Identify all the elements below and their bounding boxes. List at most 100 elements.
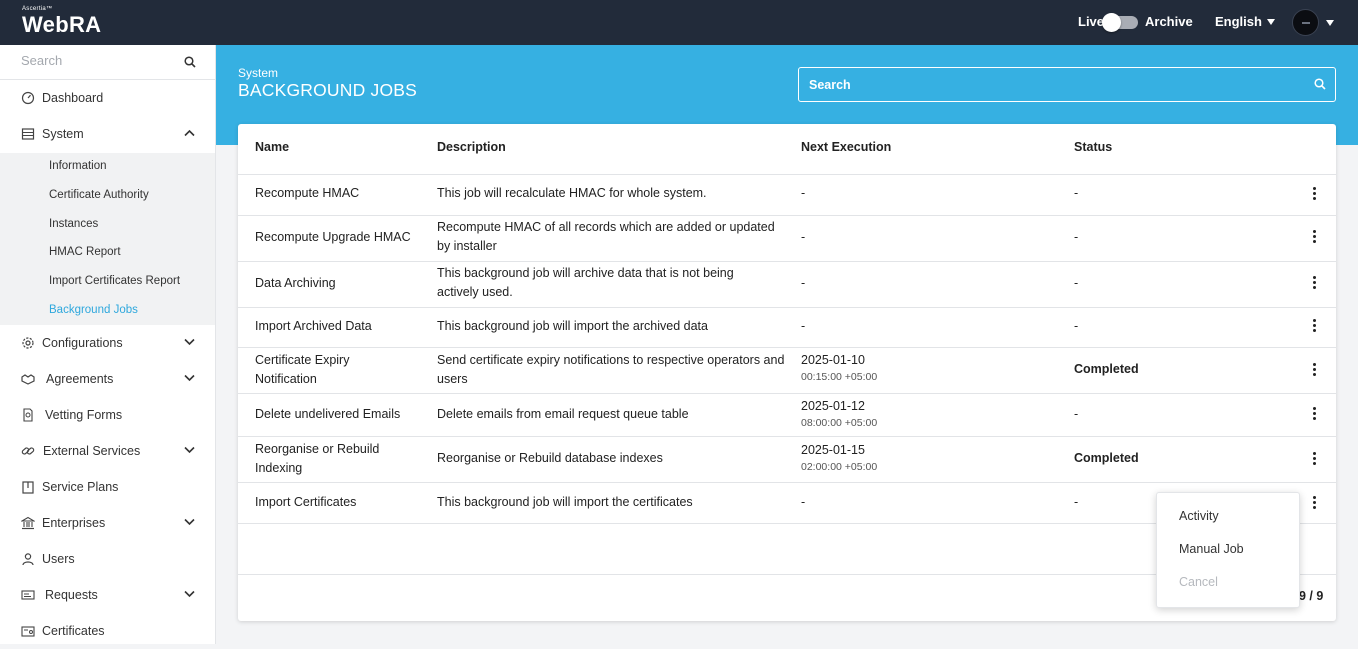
job-description: Send certificate expiry notifications to… [437, 353, 785, 386]
brand-logo[interactable]: Ascertia™ WebRA [22, 6, 101, 37]
next-execution-date: - [801, 276, 806, 290]
job-status: - [1074, 186, 1079, 200]
next-execution: 2025-01-15 02:00:00 +05:00 [801, 441, 877, 474]
caret-down-icon [1326, 19, 1334, 26]
sidebar-item-enterprises[interactable]: Enterprises [0, 505, 215, 541]
archive-label: Archive [1145, 14, 1193, 29]
jobs-search [798, 67, 1336, 102]
handshake-icon [21, 374, 35, 385]
job-description: Reorganise or Rebuild database indexes [437, 451, 663, 465]
next-execution-date: - [801, 230, 806, 244]
divider [238, 215, 1336, 216]
search-icon[interactable] [184, 56, 196, 68]
job-status: - [1074, 319, 1079, 333]
job-status: Completed [1074, 451, 1139, 465]
sidebar-item-service-plans[interactable]: Service Plans [0, 469, 215, 505]
job-description: Recompute HMAC of all records which are … [437, 220, 775, 253]
job-status: - [1074, 276, 1079, 290]
divider [238, 347, 1336, 348]
menu-item-cancel: Cancel [1179, 575, 1218, 589]
sidebar-item-label: System [42, 127, 84, 141]
sidebar-subitem-hmac-report[interactable]: HMAC Report [49, 246, 121, 258]
sidebar-item-external-services[interactable]: External Services [0, 433, 215, 469]
user-menu[interactable] [1292, 9, 1334, 36]
job-name: Delete undelivered Emails [255, 407, 401, 421]
column-header-next-execution[interactable]: Next Execution [801, 140, 891, 154]
job-name: Reorganise or Rebuild Indexing [255, 442, 380, 475]
job-name: Recompute HMAC [255, 186, 360, 200]
sidebar-subitem-certificate-authority[interactable]: Certificate Authority [49, 189, 149, 201]
menu-item-manual-job[interactable]: Manual Job [1179, 542, 1244, 556]
jobs-search-input[interactable] [809, 78, 1289, 92]
job-name: Import Certificates [255, 495, 357, 509]
caret-down-icon [1266, 19, 1275, 25]
row-actions-icon[interactable] [1311, 407, 1317, 421]
sidebar-item-vetting-forms[interactable]: Vetting Forms [0, 397, 215, 433]
sidebar-search [0, 45, 216, 80]
sidebar-item-label: Agreements [46, 372, 114, 386]
toggle-knob [1102, 13, 1121, 32]
sidebar-item-label: Service Plans [42, 480, 119, 494]
sidebar-subitem-information[interactable]: Information [49, 160, 107, 172]
sidebar-subitem-instances[interactable]: Instances [49, 218, 98, 230]
menu-item-activity[interactable]: Activity [1179, 509, 1219, 523]
link-icon [21, 447, 35, 455]
job-status: - [1074, 407, 1079, 421]
sidebar-item-agreements[interactable]: Agreements [0, 361, 215, 397]
sidebar-item-system[interactable]: System [0, 116, 215, 152]
language-selector[interactable]: English [1215, 14, 1275, 29]
chevron-down-icon [184, 446, 195, 454]
sidebar-item-dashboard[interactable]: Dashboard [0, 80, 215, 116]
sidebar-item-label: Certificates [42, 624, 105, 638]
dashboard-icon [21, 91, 35, 105]
avatar [1292, 9, 1319, 36]
language-label: English [1215, 14, 1262, 29]
job-name: Recompute Upgrade HMAC [255, 230, 411, 244]
row-actions-icon[interactable] [1311, 230, 1317, 244]
sidebar-item-label: Users [42, 552, 75, 566]
job-name: Data Archiving [255, 276, 336, 290]
row-actions-icon[interactable] [1311, 187, 1317, 201]
next-execution-time: 08:00:00 +05:00 [801, 417, 878, 429]
next-execution-date: 2025-01-10 [801, 353, 865, 367]
job-status: - [1074, 230, 1079, 244]
sidebar-subitem-import-certificates-report[interactable]: Import Certificates Report [49, 275, 180, 287]
chevron-up-icon [184, 129, 195, 137]
job-description: Delete emails from email request queue t… [437, 407, 689, 421]
sidebar-item-label: Vetting Forms [45, 408, 123, 422]
column-header-name[interactable]: Name [255, 140, 289, 154]
next-execution-date: - [801, 186, 806, 200]
live-label: Live [1078, 14, 1105, 29]
bank-icon [21, 516, 35, 530]
sidebar-search-input[interactable] [21, 53, 171, 68]
chevron-down-icon [184, 338, 195, 346]
search-icon[interactable] [1314, 78, 1326, 90]
divider [238, 261, 1336, 262]
chevron-down-icon [184, 374, 195, 382]
next-execution: 2025-01-12 08:00:00 +05:00 [801, 397, 877, 430]
job-description: This background job will import the arch… [437, 319, 708, 333]
user-icon [22, 553, 34, 566]
brand-name: WebRA [22, 12, 102, 37]
next-execution: 2025-01-10 00:15:00 +05:00 [801, 351, 877, 384]
column-header-description[interactable]: Description [437, 140, 506, 154]
row-actions-icon[interactable] [1311, 496, 1317, 510]
sidebar-item-requests[interactable]: Requests [0, 577, 215, 613]
live-archive-toggle[interactable] [1102, 13, 1138, 32]
next-execution-date: - [801, 319, 806, 333]
sidebar-item-users[interactable]: Users [0, 541, 215, 577]
sidebar-item-label: External Services [43, 444, 141, 458]
row-actions-icon[interactable] [1311, 452, 1317, 466]
chevron-down-icon [184, 590, 195, 598]
chevron-down-icon [184, 518, 195, 526]
row-actions-icon[interactable] [1311, 363, 1317, 377]
breadcrumb[interactable]: System [238, 66, 278, 80]
column-header-status[interactable]: Status [1074, 140, 1112, 154]
sidebar-subitem-background-jobs[interactable]: Background Jobs [49, 304, 138, 316]
job-description: This background job will import the cert… [437, 495, 693, 509]
sidebar-item-configurations[interactable]: Configurations [0, 325, 215, 361]
next-execution-date: 2025-01-12 [801, 399, 865, 413]
row-actions-icon[interactable] [1311, 276, 1317, 290]
row-actions-icon[interactable] [1311, 319, 1317, 333]
next-execution-date: - [801, 495, 806, 509]
